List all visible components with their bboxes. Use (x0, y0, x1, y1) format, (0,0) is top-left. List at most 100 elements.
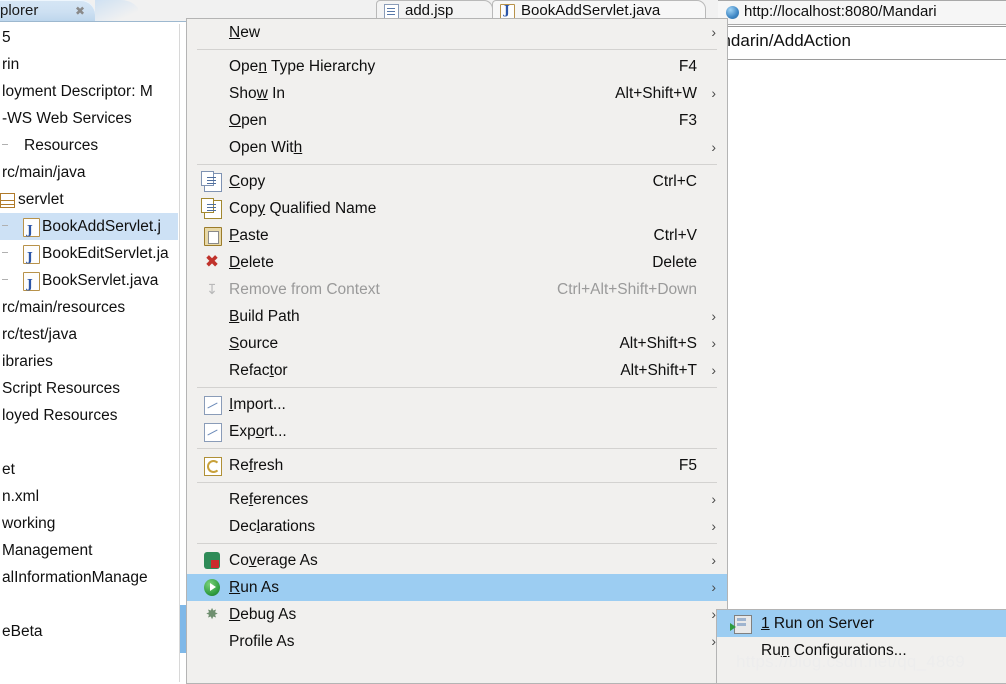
menu-item-label: Open Type Hierarchy (229, 58, 376, 75)
tree-item[interactable]: loyment Descriptor: M (0, 78, 178, 105)
menu-item-declarations[interactable]: Declarations › (187, 513, 727, 540)
menu-item-build-path[interactable]: Build Path › (187, 303, 727, 330)
tree-item[interactable]: rc/main/java (0, 159, 178, 186)
menu-item-references[interactable]: References › (187, 486, 727, 513)
tree-item-label: loyment Descriptor: M (2, 83, 153, 100)
editor-tab-label: BookAddServlet.java (521, 2, 661, 19)
tree-expander-icon[interactable] (2, 144, 8, 145)
browser-tab[interactable]: http://localhost:8080/Mandari (718, 0, 1006, 25)
tree-expander-icon[interactable] (2, 252, 8, 253)
tree-item[interactable]: 5 (0, 24, 178, 51)
menu-item-source[interactable]: Source Alt+Shift+S › (187, 330, 727, 357)
menu-separator (197, 387, 717, 388)
menu-item-accelerator: Ctrl+Alt+Shift+Down (557, 281, 697, 298)
menu-item-paste[interactable]: Paste Ctrl+V (187, 222, 727, 249)
menu-item-label: Import... (229, 396, 286, 413)
menu-item-copy[interactable]: Copy Ctrl+C (187, 168, 727, 195)
tree-item-label: Script Resources (2, 380, 121, 397)
menu-item-copy-qualified-name[interactable]: Copy Qualified Name (187, 195, 727, 222)
export-icon (204, 423, 222, 442)
menu-item-accelerator: Ctrl+V (653, 227, 698, 244)
run-icon (204, 579, 220, 596)
menu-item-open-with[interactable]: Open With › (187, 134, 727, 161)
tree-item[interactable]: n.xml (0, 483, 178, 510)
tree-item[interactable]: ibraries (0, 348, 178, 375)
menu-item-label: Export... (229, 423, 287, 440)
tree-item[interactable]: -WS Web Services (0, 105, 178, 132)
chevron-right-icon: › (711, 85, 716, 101)
menu-item-run-as[interactable]: Run As › (187, 574, 727, 601)
close-icon[interactable]: ✖ (75, 4, 85, 18)
tree-item-label: -WS Web Services (2, 110, 132, 127)
menu-item-1-run-on-server[interactable]: 1 Run on Server (717, 610, 1006, 637)
menu-item-label: Build Path (229, 308, 300, 325)
tree-item[interactable]: BookAddServlet.j (0, 213, 178, 244)
refresh-icon (204, 457, 222, 476)
tree-item[interactable]: et (0, 456, 178, 483)
menu-item-label: Open With (229, 139, 303, 156)
menu-item-label: New (229, 24, 261, 41)
menu-item-label: Profile As (229, 633, 295, 650)
menu-item-export[interactable]: Export... (187, 418, 727, 445)
menu-item-delete[interactable]: ✖ Delete Delete (187, 249, 727, 276)
browser-url-bar[interactable]: andarin/AddAction (712, 26, 1006, 84)
tree-item[interactable]: alInformationManage (0, 564, 178, 591)
tree-item[interactable]: BookEditServlet.ja (0, 240, 178, 271)
editor-tab-label: add.jsp (405, 2, 454, 19)
tree-item[interactable]: servlet (0, 186, 178, 213)
tree-item[interactable]: rin (0, 51, 178, 78)
tree-item-label: et (2, 461, 15, 478)
menu-item-label: Show In (229, 85, 286, 102)
menu-item-new[interactable]: New › (187, 19, 727, 46)
tree-item-label: loyed Resources (2, 407, 118, 424)
browser-tab-label: http://localhost:8080/Mandari (744, 3, 937, 20)
tree-item-label: servlet (18, 191, 64, 208)
menu-item-import[interactable]: Import... (187, 391, 727, 418)
copy-qualified-name-icon (201, 198, 222, 219)
tree-item-label: Resources (24, 137, 99, 154)
tree-item[interactable]: working (0, 510, 178, 537)
menu-item-refresh[interactable]: Refresh F5 (187, 452, 727, 479)
tree-item[interactable]: Management (0, 537, 178, 564)
chevron-right-icon: › (711, 579, 716, 595)
menu-item-debug-as[interactable]: ✸ Debug As › (187, 601, 727, 628)
tree-item-label: 5 (2, 29, 11, 46)
watermark-text: https://blog.csdn.net/qq_4869 (736, 652, 965, 671)
menu-item-open-type-hierarchy[interactable]: Open Type Hierarchy F4 (187, 53, 727, 80)
tree-expander-icon[interactable] (2, 225, 8, 226)
menu-item-open[interactable]: Open F3 (187, 107, 727, 134)
tree-item[interactable]: rc/test/java (0, 321, 178, 348)
menu-item-accelerator: F4 (678, 58, 697, 75)
menu-item-refactor[interactable]: Refactor Alt+Shift+T › (187, 357, 727, 384)
tree-item-label: rin (2, 56, 20, 73)
tree-item[interactable] (0, 591, 178, 618)
explorer-tab-bar: plorer ✖ (0, 0, 186, 22)
menu-item-accelerator: Delete (652, 254, 697, 271)
menu-item-profile-as[interactable]: Profile As › (187, 628, 727, 655)
tree-item[interactable] (0, 429, 178, 456)
menu-item-label: Source (229, 335, 279, 352)
tree-expander-icon[interactable] (2, 279, 8, 280)
menu-item-coverage-as[interactable]: Coverage As › (187, 547, 727, 574)
tree-item-label: BookAddServlet.j (42, 218, 161, 235)
tab-project-explorer[interactable]: plorer ✖ (0, 0, 95, 22)
tree-item[interactable]: BookServlet.java (0, 267, 178, 298)
remove-from-context-icon: ↧ (206, 281, 218, 297)
tree-item[interactable]: Script Resources (0, 375, 178, 402)
chevron-right-icon: › (711, 491, 716, 507)
project-tree[interactable]: 5 rin loyment Descriptor: M -WS Web Service… (0, 24, 178, 682)
tab-label: plorer (0, 2, 39, 19)
menu-item-accelerator: Alt+Shift+T (620, 362, 697, 379)
tree-item[interactable]: Resources (0, 132, 178, 159)
chevron-right-icon: › (711, 335, 716, 351)
menu-item-label: Refresh (229, 457, 284, 474)
tree-item-label: BookEditServlet.ja (42, 245, 169, 262)
tree-item[interactable]: rc/main/resources (0, 294, 178, 321)
menu-item-remove-from-context[interactable]: ↧ Remove from Context Ctrl+Alt+Shift+Down (187, 276, 727, 303)
menu-item-label: Run As (229, 579, 279, 596)
menu-item-label: Copy (229, 173, 266, 190)
tree-item[interactable]: eBeta (0, 618, 178, 645)
menu-item-show-in[interactable]: Show In Alt+Shift+W › (187, 80, 727, 107)
tree-item[interactable]: loyed Resources (0, 402, 178, 429)
context-menu[interactable]: New › Open Type Hierarchy F4 Show In Alt+Shif… (186, 18, 728, 684)
